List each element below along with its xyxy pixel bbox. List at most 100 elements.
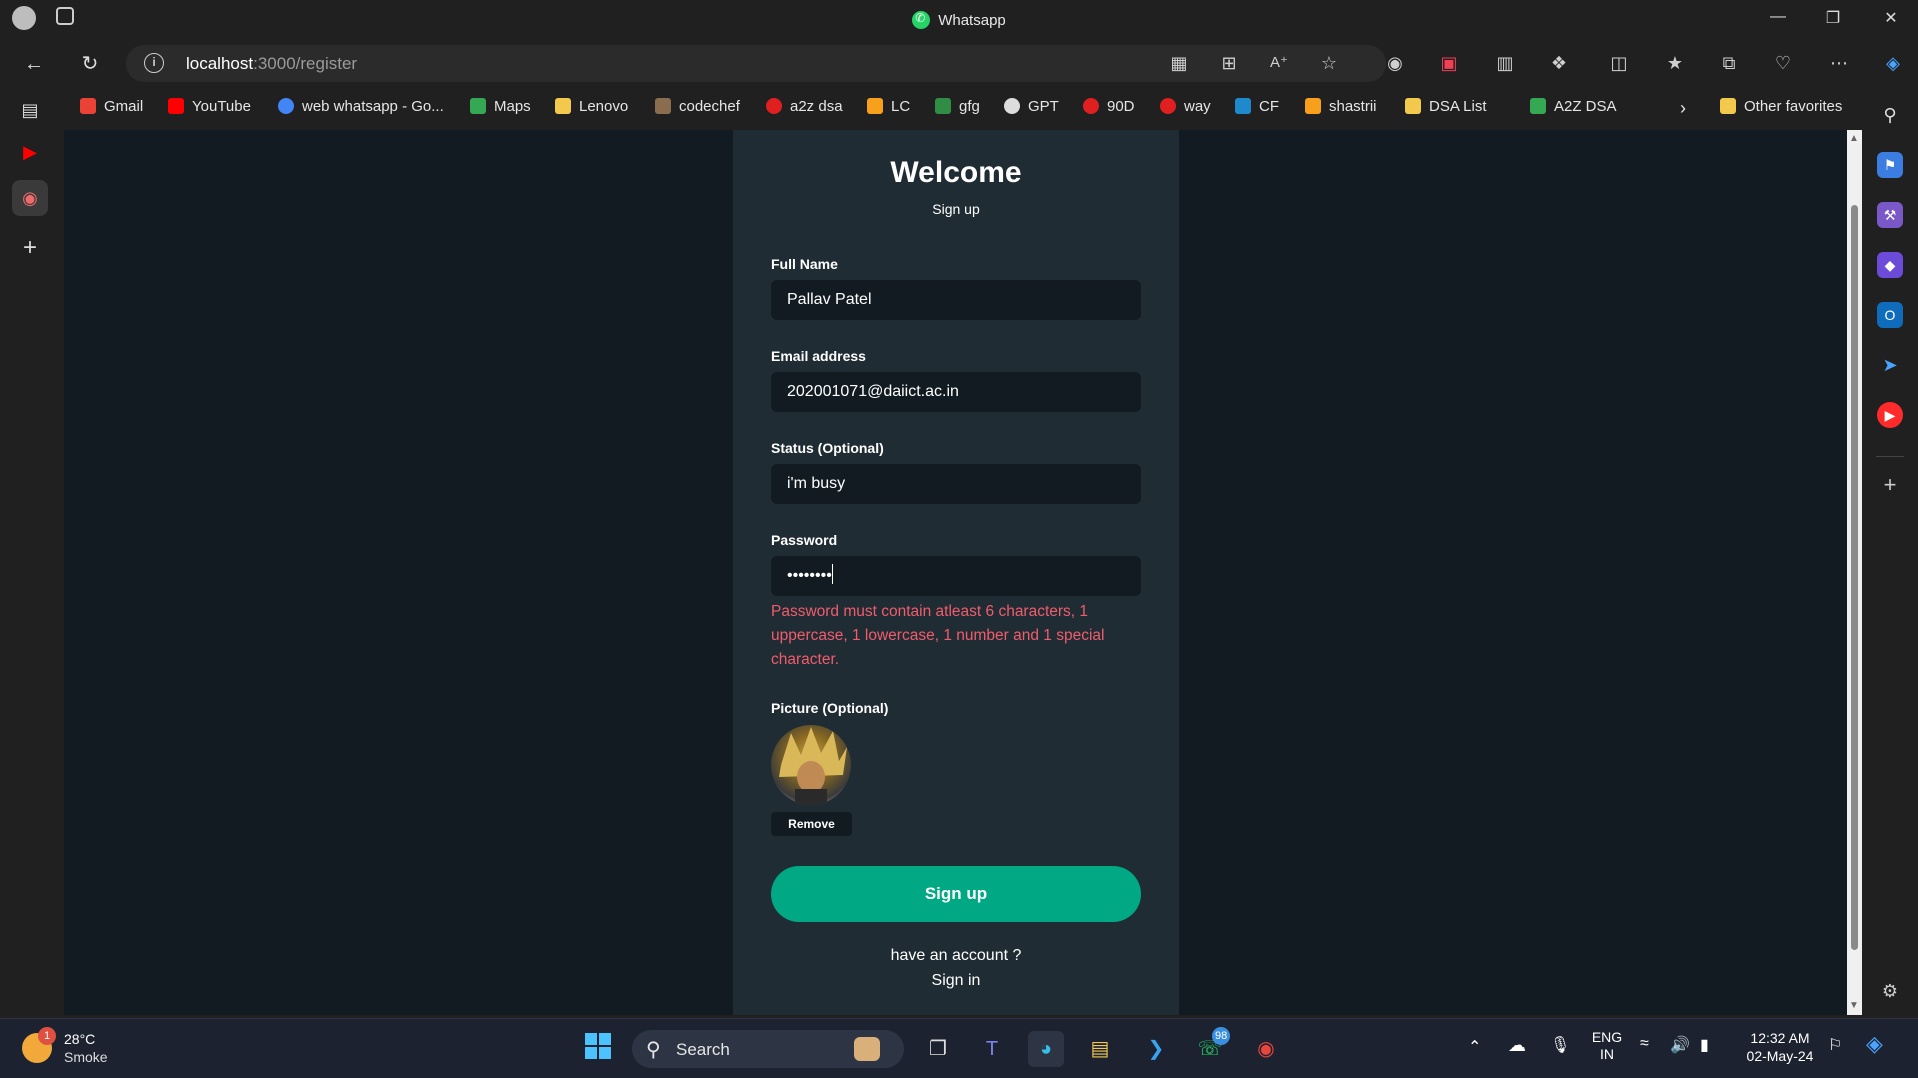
teams-icon[interactable]: T — [974, 1031, 1010, 1067]
scrollbar-thumb[interactable] — [1851, 205, 1858, 950]
bookmark-item[interactable]: YouTube — [168, 98, 251, 115]
chrome-icon[interactable]: ◉ — [1248, 1031, 1284, 1067]
remove-picture-button[interactable]: Remove — [771, 812, 852, 836]
games-icon[interactable]: ◆ — [1877, 252, 1903, 278]
browser-essentials-icon[interactable]: ♡ — [1770, 50, 1796, 76]
camera-icon[interactable]: ▦ — [1166, 50, 1192, 76]
maps-icon — [470, 98, 486, 114]
bookmark-item[interactable]: A2Z DSA — [1530, 98, 1617, 115]
weather-temp: 28°C — [64, 1031, 96, 1047]
password-field[interactable]: •••••••• — [771, 556, 1141, 596]
site-info-icon[interactable]: i — [144, 53, 164, 73]
email-field[interactable]: 202001071@daiict.ac.in — [771, 372, 1141, 412]
onedrive-cloud-icon[interactable]: ☁ — [1508, 1035, 1526, 1056]
page-subtitle: Sign up — [932, 201, 980, 217]
weather-widget[interactable]: 1 28°C Smoke — [22, 1027, 142, 1071]
bookmark-item[interactable]: Gmail — [80, 98, 143, 115]
windows-logo-icon — [585, 1033, 611, 1059]
volume-icon[interactable]: 🔊 — [1670, 1035, 1690, 1055]
minimize-button[interactable]: — — [1768, 8, 1788, 26]
sidebar-divider — [1876, 456, 1904, 457]
password-error-message: Password must contain atleast 6 characte… — [771, 603, 1105, 668]
shopping-tag-icon[interactable]: ⚑ — [1877, 152, 1903, 178]
favorite-star-icon[interactable]: ☆ — [1316, 50, 1342, 76]
bookmark-item[interactable]: codechef — [655, 98, 740, 115]
extensions-puzzle-icon[interactable]: ❖ — [1546, 50, 1572, 76]
search-icon[interactable]: ⚲ — [1877, 102, 1903, 128]
copilot-icon[interactable]: ◈ — [1880, 50, 1906, 76]
bookmark-item[interactable]: DSA List — [1405, 98, 1487, 115]
window-title: Whatsapp — [0, 11, 1918, 29]
status-field[interactable]: i'm busy — [771, 464, 1141, 504]
split-screen-icon[interactable]: ◫ — [1606, 50, 1632, 76]
more-menu-icon[interactable]: ⋯ — [1826, 50, 1852, 76]
leetcode-icon — [867, 98, 883, 114]
new-tab-icon[interactable]: + — [12, 230, 48, 266]
copilot-taskbar-icon[interactable]: ◈ — [1866, 1031, 1883, 1057]
refresh-icon[interactable]: ↻ — [76, 50, 104, 78]
edge-icon[interactable]: ◕ — [1028, 1031, 1064, 1067]
taskbar-search-box[interactable]: ⚲ Search — [632, 1030, 904, 1068]
close-button[interactable]: ✕ — [1881, 8, 1901, 28]
bookmark-item[interactable]: shastrii — [1305, 98, 1377, 115]
battery-icon[interactable]: ▮ — [1700, 1035, 1709, 1055]
app-available-icon[interactable]: ⊞ — [1216, 50, 1242, 76]
windows-taskbar: 1 28°C Smoke ⚲ Search ❐ T ◕ ▤ ❯ ☏ 98 ◉ ⌃… — [0, 1018, 1918, 1078]
pocket-icon[interactable]: ▣ — [1436, 50, 1462, 76]
full-name-field[interactable]: Pallav Patel — [771, 280, 1141, 320]
bookmark-item[interactable]: web whatsapp - Go... — [278, 98, 444, 115]
picture-label: Picture (Optional) — [771, 700, 889, 716]
youtube-sidebar-icon[interactable]: ▶ — [1877, 402, 1903, 428]
outlook-icon[interactable]: O — [1877, 302, 1903, 328]
start-windows-icon[interactable] — [580, 1031, 616, 1067]
bookmark-item[interactable]: a2z dsa — [766, 98, 843, 115]
bookmark-item[interactable]: CF — [1235, 98, 1279, 115]
sign-up-button[interactable]: Sign up — [771, 866, 1141, 922]
stats-icon[interactable]: ▥ — [1492, 50, 1518, 76]
bookmark-item[interactable]: LC — [867, 98, 910, 115]
send-icon[interactable]: ➤ — [1877, 352, 1903, 378]
page-scrollbar[interactable]: ▲ ▼ — [1847, 130, 1862, 1015]
bookmark-item[interactable]: 90D — [1083, 98, 1135, 115]
url-text[interactable]: localhost:3000/register — [186, 54, 357, 74]
other-favorites[interactable]: Other favorites — [1720, 98, 1842, 115]
shastrii-icon — [1305, 98, 1321, 114]
restore-button[interactable]: ❐ — [1823, 8, 1843, 28]
codeforces-icon — [1235, 98, 1251, 114]
bookmark-item[interactable]: Maps — [470, 98, 531, 115]
tools-icon[interactable]: ⚒ — [1877, 202, 1903, 228]
scroll-down-arrow-icon[interactable]: ▼ — [1849, 1000, 1859, 1011]
wifi-icon[interactable]: ≈ — [1640, 1035, 1649, 1053]
microphone-icon[interactable]: 🎙 — [1550, 1035, 1570, 1055]
youtube-icon — [168, 98, 184, 114]
tab-actions-icon[interactable]: ▤ — [12, 92, 48, 128]
tray-overflow-chevron-icon[interactable]: ⌃ — [1468, 1037, 1481, 1057]
scroll-up-arrow-icon[interactable]: ▲ — [1849, 133, 1859, 144]
address-bar[interactable]: i localhost:3000/register ▦ ⊞ A⁺ ☆ — [126, 45, 1386, 82]
favorites-bar: Gmail YouTube web whatsapp - Go... Maps … — [0, 88, 1918, 128]
clock[interactable]: 12:32 AM 02-May-24 — [1740, 1029, 1820, 1065]
bookmark-item[interactable]: gfg — [935, 98, 980, 115]
read-aloud-icon[interactable]: A⁺ — [1266, 50, 1292, 76]
sidebar-settings-gear-icon[interactable]: ⚙ — [1877, 978, 1903, 1004]
task-view-icon[interactable]: ❐ — [920, 1031, 956, 1067]
language-indicator[interactable]: ENG IN — [1590, 1029, 1624, 1063]
bookmarks-overflow-chevron-icon[interactable]: › — [1680, 98, 1686, 119]
bookmark-item[interactable]: GPT — [1004, 98, 1059, 115]
whatsapp-logo-icon — [912, 11, 931, 29]
back-icon[interactable]: ← — [20, 50, 48, 78]
sign-in-link[interactable]: Sign in — [733, 972, 1179, 990]
file-explorer-icon[interactable]: ▤ — [1082, 1031, 1118, 1067]
clock-date: 02-May-24 — [1746, 1048, 1814, 1064]
bookmark-item[interactable]: Lenovo — [555, 98, 628, 115]
notification-bell-icon[interactable]: ⚐ — [1828, 1035, 1842, 1055]
collections-icon[interactable]: ⧉ — [1716, 50, 1742, 76]
active-tab-icon[interactable]: ◉ — [12, 180, 48, 216]
bookmark-item[interactable]: way — [1160, 98, 1211, 115]
vscode-icon[interactable]: ❯ — [1138, 1031, 1174, 1067]
extension-icon[interactable]: ◉ — [1382, 50, 1408, 76]
add-sidebar-icon[interactable]: + — [1877, 472, 1903, 498]
favorites-icon[interactable]: ★ — [1662, 50, 1688, 76]
youtube-tab-icon[interactable]: ▶ — [12, 134, 48, 170]
email-label: Email address — [771, 348, 866, 364]
